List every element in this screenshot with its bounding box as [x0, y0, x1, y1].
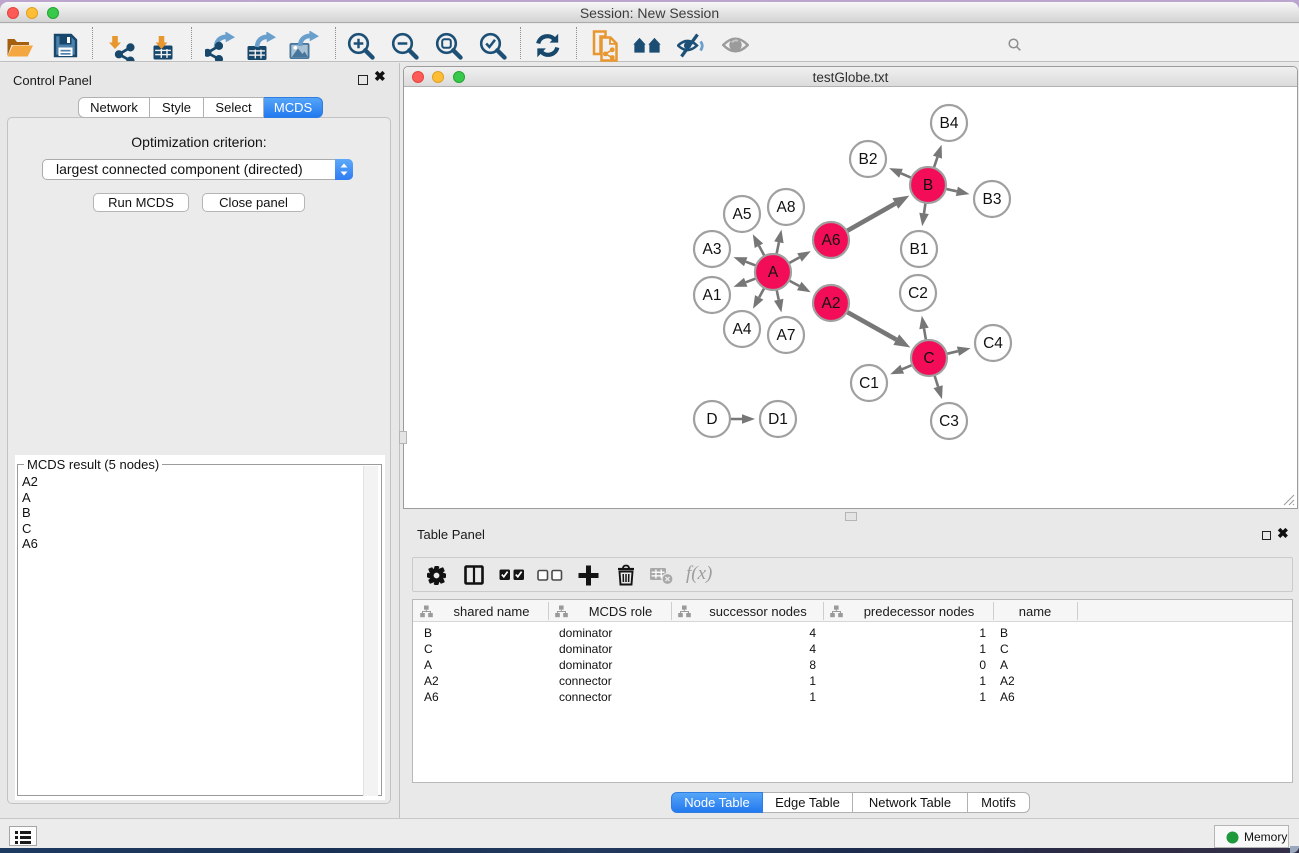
svg-text:A5: A5 [733, 206, 752, 223]
svg-text:A2: A2 [822, 295, 841, 312]
svg-text:C3: C3 [939, 413, 959, 430]
svg-text:C1: C1 [859, 375, 879, 392]
svg-text:A7: A7 [777, 327, 796, 344]
svg-text:B2: B2 [859, 151, 878, 168]
svg-text:B4: B4 [940, 115, 959, 132]
svg-text:C4: C4 [983, 335, 1003, 352]
svg-text:A6: A6 [822, 232, 841, 249]
svg-text:C: C [923, 350, 934, 367]
svg-text:D: D [706, 411, 717, 428]
svg-text:A3: A3 [703, 241, 722, 258]
svg-text:B1: B1 [910, 241, 929, 258]
svg-text:B: B [923, 177, 933, 194]
svg-text:C2: C2 [908, 285, 928, 302]
svg-text:A4: A4 [733, 321, 752, 338]
svg-text:A1: A1 [703, 287, 722, 304]
svg-text:D1: D1 [768, 411, 788, 428]
svg-text:B3: B3 [983, 191, 1002, 208]
svg-text:A: A [768, 264, 779, 281]
svg-text:A8: A8 [777, 199, 796, 216]
